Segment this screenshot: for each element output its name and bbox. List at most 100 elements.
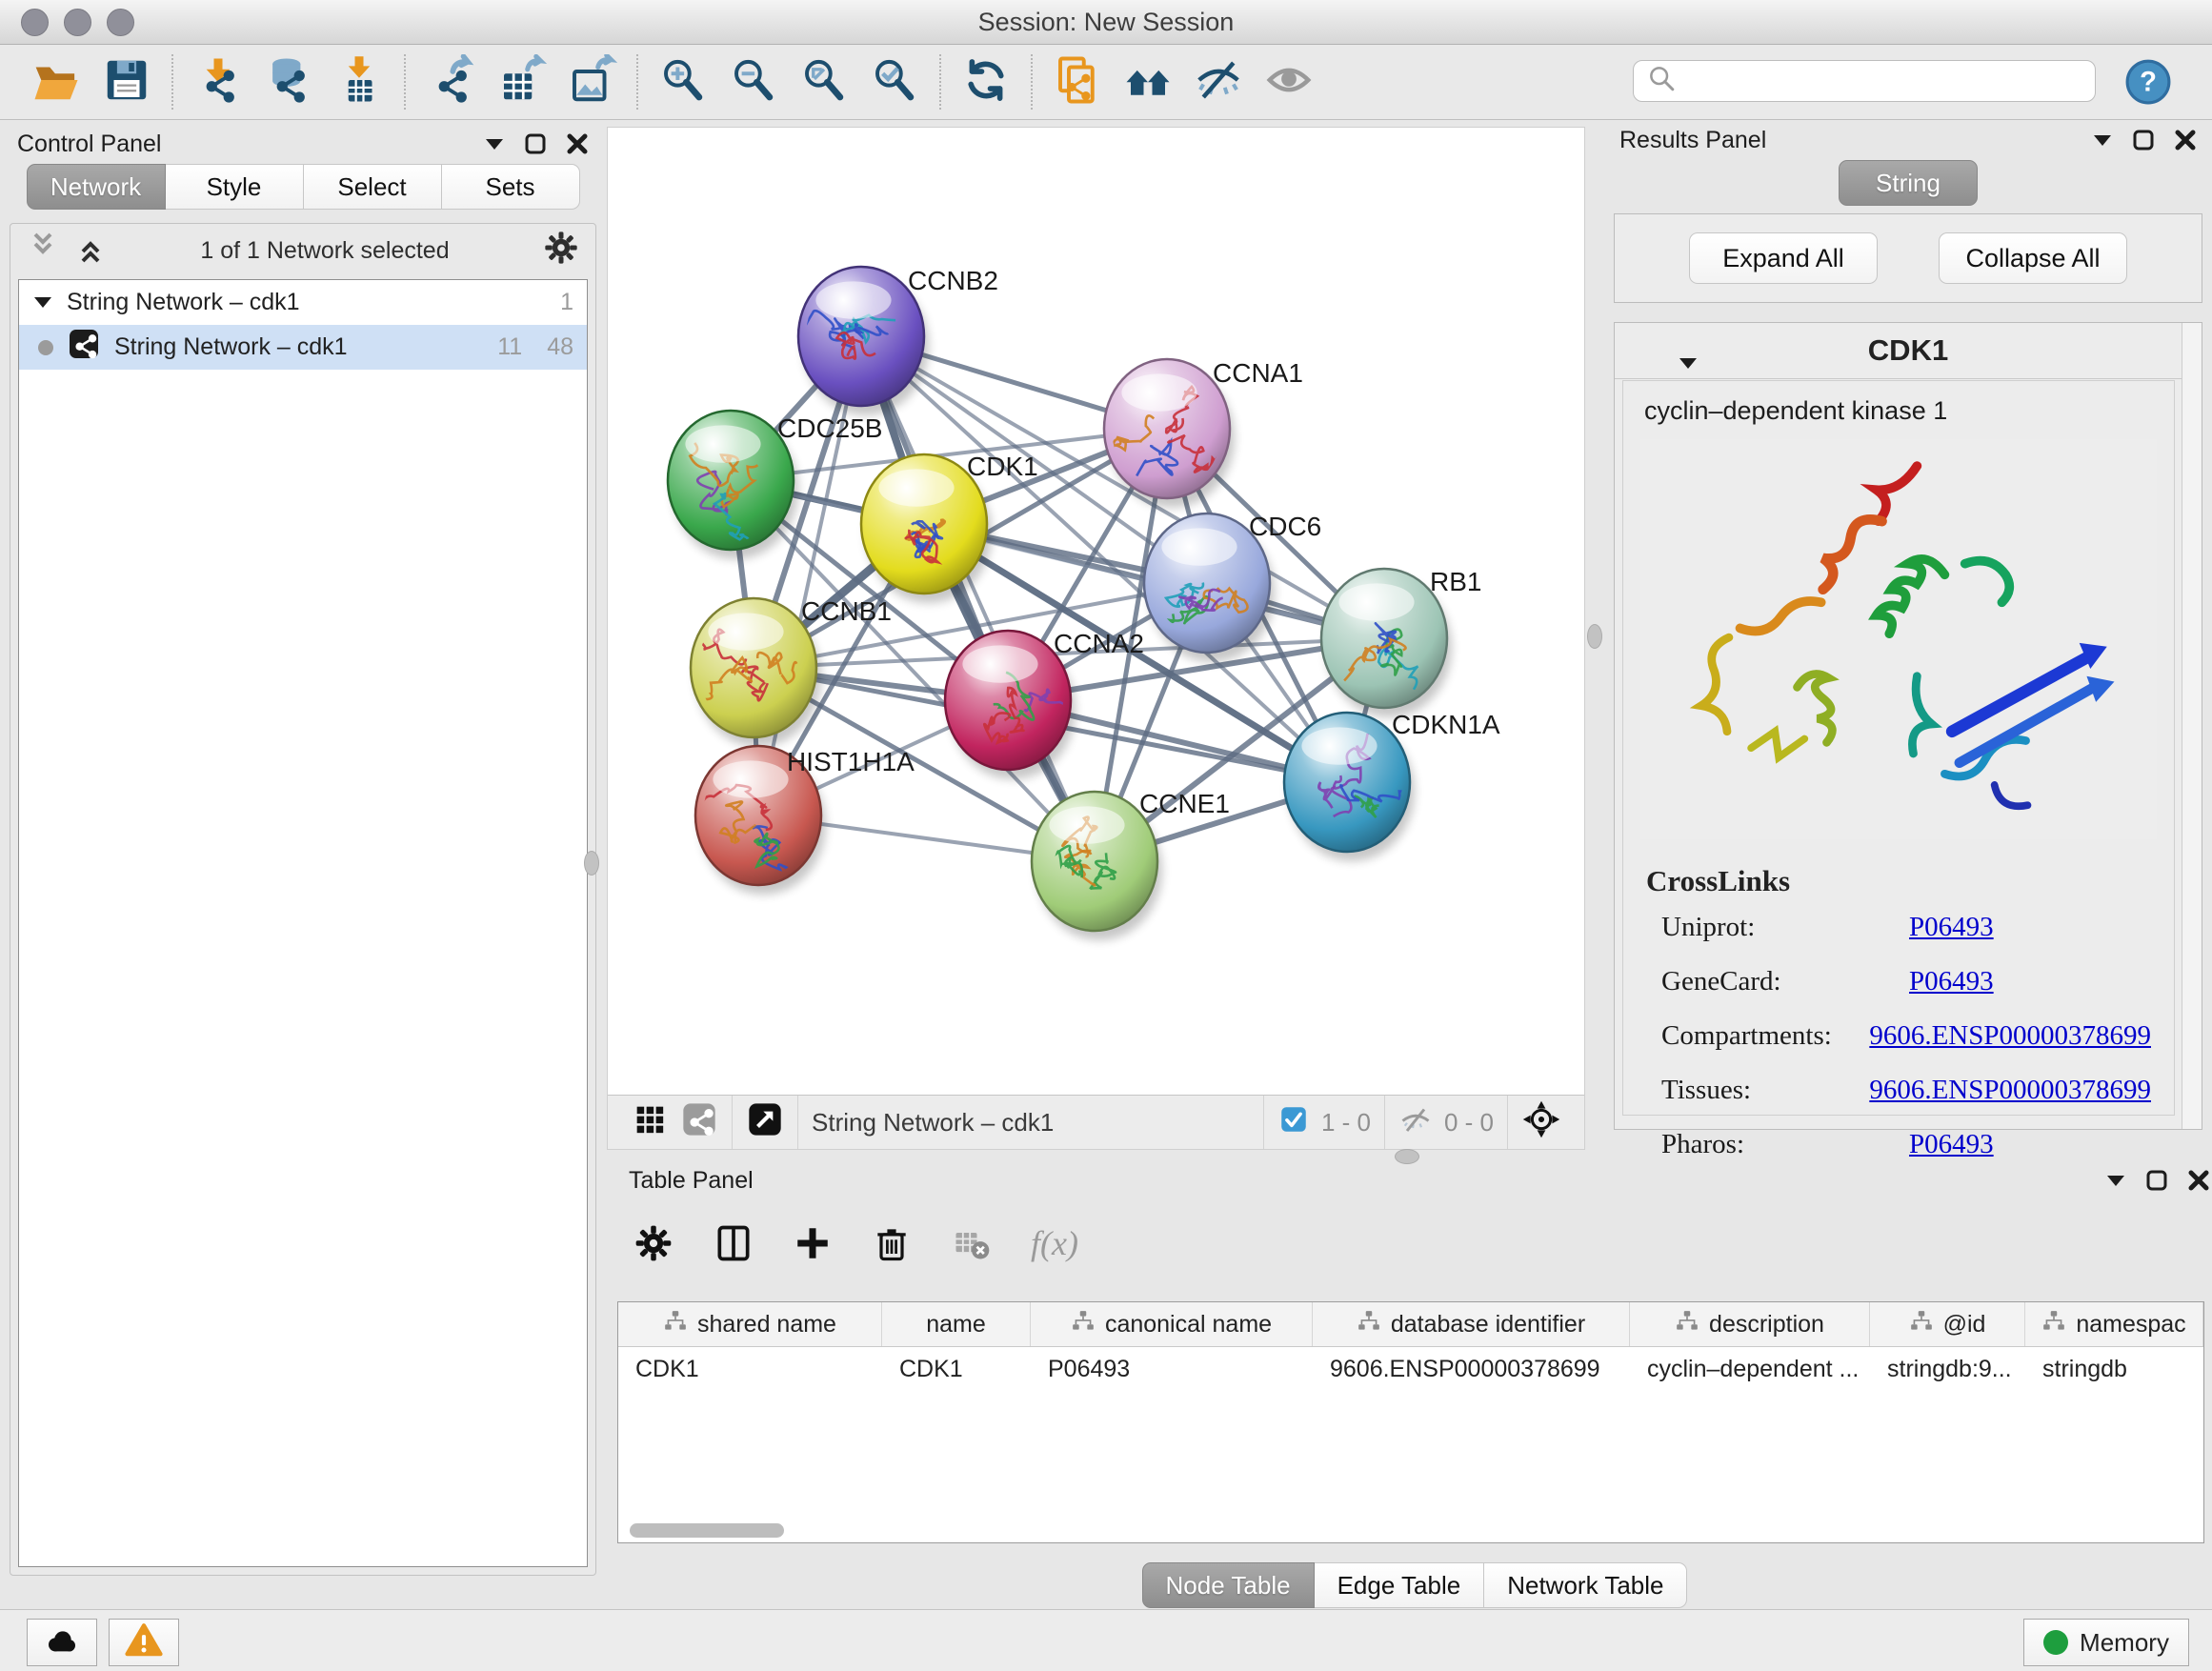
network-graph[interactable]: CCNB2 CCNA1 CDC25B CDK1	[608, 128, 1584, 1095]
import-database-button[interactable]	[257, 50, 320, 113]
export-network-button[interactable]	[419, 50, 482, 113]
network-row[interactable]: String Network – cdk1 11 48	[19, 325, 587, 370]
refresh-button[interactable]	[955, 50, 1017, 113]
tab-select[interactable]: Select	[304, 164, 442, 210]
export-image-button[interactable]	[560, 50, 623, 113]
column-header-namespac[interactable]: namespac	[2025, 1302, 2203, 1346]
table-horizontal-scrollbar[interactable]	[630, 1523, 784, 1538]
search-box[interactable]	[1633, 60, 2096, 102]
table-cell[interactable]: stringdb:9...	[1870, 1347, 2025, 1391]
column-header-shared-name[interactable]: shared name	[618, 1302, 882, 1346]
close-panel-icon[interactable]	[2174, 129, 2197, 151]
clone-network-button[interactable]	[1046, 50, 1109, 113]
column-header-canonical-name[interactable]: canonical name	[1031, 1302, 1313, 1346]
selected-checkbox-icon[interactable]	[1277, 1103, 1310, 1142]
node-CDC25B[interactable]: CDC25B	[668, 411, 882, 559]
close-panel-icon[interactable]	[2187, 1169, 2210, 1192]
save-button[interactable]	[95, 50, 158, 113]
network-canvas-panel[interactable]: CCNB2 CCNA1 CDC25B CDK1	[607, 127, 1585, 1150]
grid-view-icon[interactable]	[631, 1100, 669, 1145]
node-CCNA1[interactable]: CCNA1	[1104, 358, 1303, 508]
right-splitter-handle[interactable]	[1587, 624, 1602, 649]
tab-style[interactable]: Style	[166, 164, 304, 210]
node-table[interactable]: shared namenamecanonical namedatabase id…	[617, 1301, 2204, 1543]
tab-network-table[interactable]: Network Table	[1484, 1562, 1687, 1608]
column-header-name[interactable]: name	[882, 1302, 1031, 1346]
first-neighbors-button[interactable]	[1116, 50, 1179, 113]
table-cell[interactable]: P06493	[1031, 1347, 1313, 1391]
expand-all-button[interactable]: Expand All	[1689, 232, 1878, 284]
table-options-gear-icon[interactable]	[633, 1222, 674, 1264]
network-options-gear-icon[interactable]	[542, 229, 580, 273]
crosslink-link[interactable]: P06493	[1909, 966, 1994, 997]
import-table-button[interactable]	[328, 50, 391, 113]
panel-menu-icon[interactable]	[2092, 132, 2113, 148]
zoom-window-button[interactable]	[107, 9, 134, 36]
close-panel-icon[interactable]	[566, 132, 589, 155]
close-window-button[interactable]	[21, 9, 49, 36]
tab-edge-table[interactable]: Edge Table	[1315, 1562, 1485, 1608]
zoom-out-button[interactable]	[722, 50, 785, 113]
tab-network[interactable]: Network	[27, 164, 166, 210]
open-folder-button[interactable]	[25, 50, 88, 113]
collection-expand-icon[interactable]	[32, 289, 53, 316]
float-panel-icon[interactable]	[524, 132, 547, 155]
import-network-button[interactable]	[187, 50, 250, 113]
zoom-selected-button[interactable]	[863, 50, 926, 113]
expand-all-networks-icon[interactable]	[73, 229, 108, 273]
table-cell[interactable]: CDK1	[882, 1347, 1031, 1391]
crosslink-link[interactable]: 9606.ENSP00000378699	[1869, 1020, 2151, 1051]
zoom-fit-button[interactable]	[793, 50, 855, 113]
string-network-gray-icon[interactable]	[680, 1100, 718, 1145]
memory-button[interactable]: Memory	[2023, 1619, 2189, 1666]
panel-menu-icon[interactable]	[2105, 1173, 2126, 1188]
table-cell[interactable]: stringdb	[2025, 1347, 2203, 1391]
fit-selected-crosshair-icon[interactable]	[1521, 1099, 1561, 1146]
node-CCNE1[interactable]: CCNE1	[1032, 789, 1230, 940]
add-column-icon[interactable]	[793, 1223, 833, 1263]
collapse-all-networks-icon[interactable]	[26, 229, 60, 273]
protein-entry-header[interactable]: CDK1	[1615, 323, 2202, 379]
table-cell[interactable]: CDK1	[618, 1347, 882, 1391]
minimize-window-button[interactable]	[64, 9, 91, 36]
table-cell[interactable]: cyclin–dependent ...	[1630, 1347, 1870, 1391]
results-panel: Results Panel String Expand All Collapse…	[1608, 120, 2208, 1136]
crosslink-link[interactable]: P06493	[1909, 1129, 1994, 1159]
float-panel-icon[interactable]	[2145, 1169, 2168, 1192]
show-all-button[interactable]	[1257, 50, 1320, 113]
search-input[interactable]	[1681, 67, 2085, 95]
table-row[interactable]: CDK1CDK1P064939606.ENSP00000378699cyclin…	[618, 1347, 2203, 1391]
window-controls[interactable]	[21, 9, 134, 36]
zoom-in-button[interactable]	[652, 50, 714, 113]
node-HIST1H1A[interactable]: HIST1H1A	[695, 746, 915, 895]
export-table-button[interactable]	[490, 50, 553, 113]
crosslink-link[interactable]: 9606.ENSP00000378699	[1869, 1075, 2151, 1105]
panel-menu-icon[interactable]	[484, 136, 505, 151]
edge-CCNB2-CCNE1[interactable]	[861, 336, 1095, 861]
tab-sets[interactable]: Sets	[442, 164, 580, 210]
network-collection-row[interactable]: String Network – cdk1 1	[19, 280, 587, 325]
left-splitter-handle[interactable]	[584, 851, 599, 876]
collapse-all-button[interactable]: Collapse All	[1939, 232, 2127, 284]
node-CDKN1A[interactable]: CDKN1A	[1284, 710, 1500, 861]
results-scrollbar[interactable]	[2182, 323, 2202, 1129]
entry-collapse-icon[interactable]	[1678, 344, 1699, 378]
column-header-database-identifier[interactable]: database identifier	[1313, 1302, 1630, 1346]
node-CCNB1[interactable]: CCNB1	[681, 596, 892, 747]
node-CCNB2[interactable]: CCNB2	[797, 266, 998, 415]
column-header--id[interactable]: @id	[1870, 1302, 2025, 1346]
crosslink-link[interactable]: P06493	[1909, 912, 1994, 942]
hide-selected-button[interactable]	[1187, 50, 1250, 113]
node-RB1[interactable]: RB1	[1321, 567, 1481, 717]
birds-eye-view-icon[interactable]	[746, 1100, 784, 1145]
float-panel-icon[interactable]	[2132, 129, 2155, 151]
warnings-button[interactable]	[109, 1619, 179, 1666]
help-button[interactable]: ?	[2124, 58, 2172, 106]
show-columns-icon[interactable]	[713, 1222, 754, 1264]
delete-column-icon[interactable]	[871, 1222, 913, 1264]
tab-string[interactable]: String	[1839, 160, 1978, 206]
table-cell[interactable]: 9606.ENSP00000378699	[1313, 1347, 1630, 1391]
tab-node-table[interactable]: Node Table	[1142, 1562, 1315, 1608]
cloud-status-button[interactable]	[27, 1619, 97, 1666]
column-header-description[interactable]: description	[1630, 1302, 1870, 1346]
